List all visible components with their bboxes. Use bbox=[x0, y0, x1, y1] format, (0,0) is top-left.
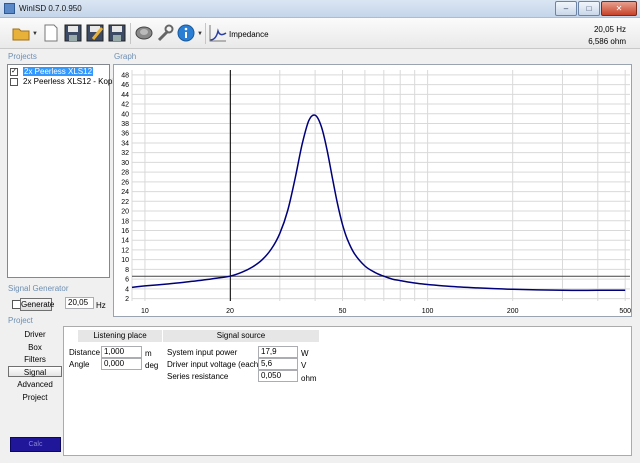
y-tick-label: 42 bbox=[121, 102, 129, 109]
y-tick-label: 48 bbox=[121, 72, 129, 79]
series-resistance-unit: ohm bbox=[301, 374, 317, 383]
y-tick-label: 28 bbox=[121, 170, 129, 177]
signal-source-header: Signal source bbox=[163, 330, 319, 342]
y-tick-label: 20 bbox=[121, 209, 129, 216]
project-checkbox[interactable]: ✓ bbox=[10, 68, 18, 76]
driver-input-voltage-unit: V bbox=[301, 361, 307, 370]
graph-section-label: Graph bbox=[114, 52, 137, 61]
y-tick-label: 40 bbox=[121, 111, 129, 118]
system-input-power-input[interactable]: 17,9 bbox=[258, 346, 298, 358]
project-name: 2x Peerless XLS12 bbox=[23, 67, 94, 76]
listening-place-header: Listening place bbox=[78, 330, 162, 342]
y-tick-label: 18 bbox=[121, 218, 129, 225]
window-title: WinISD 0.7.0.950 bbox=[19, 4, 82, 13]
driver-input-voltage-input[interactable]: 5,6 bbox=[258, 358, 298, 370]
impedance-curve bbox=[131, 114, 626, 292]
project-checkbox[interactable] bbox=[10, 78, 18, 86]
nav-project[interactable]: Project bbox=[8, 392, 62, 403]
toolbar-separator bbox=[205, 23, 206, 44]
y-tick-label: 24 bbox=[121, 189, 129, 196]
minimize-button[interactable]: – bbox=[555, 1, 577, 16]
app-icon bbox=[4, 3, 15, 14]
y-tick-label: 46 bbox=[121, 82, 129, 89]
x-tick-label: 10 bbox=[141, 308, 149, 315]
signal-settings-panel: Listening place Distance 1,000 m Angle 0… bbox=[63, 326, 632, 456]
save-icon[interactable] bbox=[63, 23, 83, 43]
generator-frequency-unit: Hz bbox=[96, 301, 106, 310]
nav-box[interactable]: Box bbox=[8, 342, 62, 353]
angle-label: Angle bbox=[69, 360, 90, 369]
y-tick-label: 38 bbox=[121, 121, 129, 128]
system-input-power-label: System input power bbox=[167, 348, 238, 357]
system-input-power-unit: W bbox=[301, 349, 309, 358]
new-document-icon[interactable] bbox=[41, 23, 61, 43]
x-tick-label: 100 bbox=[422, 308, 434, 315]
impedance-label[interactable]: Impedance bbox=[229, 30, 269, 39]
y-tick-label: 44 bbox=[121, 92, 129, 99]
impedance-graph[interactable]: 2 4 6 8 10 12 14 16 18 20 22 24 26 28 30 32 34 36 38 40 42 44… bbox=[113, 64, 632, 317]
y-tick-label: 14 bbox=[121, 238, 129, 245]
projects-list[interactable]: ✓ 2x Peerless XLS12 2x Peerless XLS12 - … bbox=[7, 64, 119, 278]
wrench-icon[interactable] bbox=[155, 23, 175, 43]
y-tick-label: 12 bbox=[121, 247, 129, 254]
open-folder-icon[interactable] bbox=[11, 23, 31, 43]
generate-button[interactable]: Generate bbox=[20, 298, 54, 311]
close-button[interactable]: ✕ bbox=[601, 1, 637, 16]
x-tick-label: 20 bbox=[226, 308, 234, 315]
nav-signal[interactable]: Signal bbox=[8, 366, 62, 377]
projects-section-label: Projects bbox=[8, 52, 37, 61]
project-section-label: Project bbox=[8, 316, 33, 325]
project-item[interactable]: 2x Peerless XLS12 - Kopie bbox=[8, 77, 119, 87]
y-tick-label: 32 bbox=[121, 150, 129, 157]
toolbar-separator bbox=[130, 23, 131, 44]
save-all-icon[interactable] bbox=[107, 23, 127, 43]
project-item[interactable]: ✓ 2x Peerless XLS12 bbox=[8, 67, 109, 77]
status-indicator: Calc bbox=[10, 437, 61, 452]
info-dropdown-icon[interactable]: ▼ bbox=[197, 31, 203, 37]
y-tick-label: 8 bbox=[125, 267, 129, 274]
y-tick-label: 30 bbox=[121, 160, 129, 167]
open-dropdown-icon[interactable]: ▼ bbox=[32, 31, 38, 37]
signal-generator-section-label: Signal Generator bbox=[8, 284, 69, 293]
series-resistance-input[interactable]: 0,050 bbox=[258, 370, 298, 382]
driver-input-voltage-label: Driver input voltage (each) bbox=[167, 360, 261, 369]
y-tick-label: 34 bbox=[121, 140, 129, 147]
save-as-icon[interactable] bbox=[85, 23, 105, 43]
generator-frequency-input[interactable]: 20,05 bbox=[65, 297, 94, 309]
y-tick-label: 36 bbox=[121, 131, 129, 138]
angle-unit: deg bbox=[145, 361, 159, 370]
cursor-frequency-readout: 20,05 Hz bbox=[593, 25, 626, 34]
distance-unit: m bbox=[145, 349, 152, 358]
y-tick-label: 10 bbox=[121, 257, 129, 264]
angle-input[interactable]: 0,000 bbox=[101, 358, 142, 370]
series-resistance-label: Series resistance bbox=[167, 372, 229, 381]
nav-driver[interactable]: Driver bbox=[8, 329, 62, 340]
window-controls: – □ ✕ bbox=[554, 1, 637, 16]
impedance-chart[interactable]: 2468101214161820222426283032343638404244… bbox=[114, 65, 633, 318]
y-tick-label: 16 bbox=[121, 228, 129, 235]
x-tick-label: 500 bbox=[619, 308, 631, 315]
maximize-button[interactable]: □ bbox=[578, 1, 600, 16]
y-tick-label: 6 bbox=[125, 277, 129, 284]
y-tick-label: 2 bbox=[125, 296, 129, 303]
nav-advanced[interactable]: Advanced bbox=[8, 379, 62, 390]
y-tick-label: 4 bbox=[125, 286, 129, 293]
y-tick-label: 22 bbox=[121, 199, 129, 206]
project-name: 2x Peerless XLS12 - Kopie bbox=[23, 77, 119, 86]
title-bar: WinISD 0.7.0.950 – □ ✕ bbox=[0, 0, 640, 18]
cursor-value-readout: 6,586 ohm bbox=[588, 37, 626, 46]
speaker-driver-icon[interactable] bbox=[134, 23, 154, 43]
nav-filters[interactable]: Filters bbox=[8, 354, 62, 365]
distance-label: Distance bbox=[69, 348, 101, 357]
info-icon[interactable] bbox=[176, 23, 196, 43]
toolbar: ▼ ▼ Impedance 20,05 Hz 6,586 ohm bbox=[0, 18, 640, 49]
x-tick-label: 50 bbox=[339, 308, 347, 315]
y-tick-label: 26 bbox=[121, 179, 129, 186]
distance-input[interactable]: 1,000 bbox=[101, 346, 142, 358]
impedance-graph-icon[interactable] bbox=[208, 23, 228, 43]
x-tick-label: 200 bbox=[507, 308, 519, 315]
